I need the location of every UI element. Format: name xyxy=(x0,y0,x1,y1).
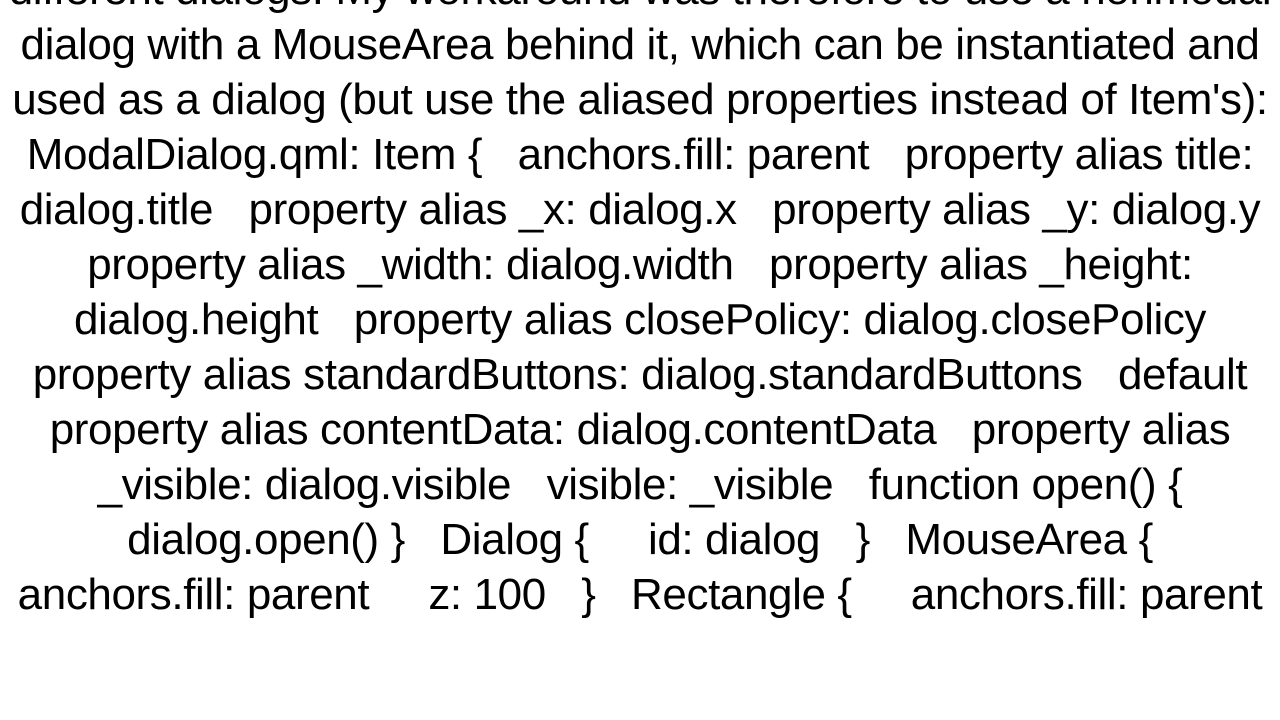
document-body-text: different dialogs. My workaround was the… xyxy=(0,0,1280,622)
